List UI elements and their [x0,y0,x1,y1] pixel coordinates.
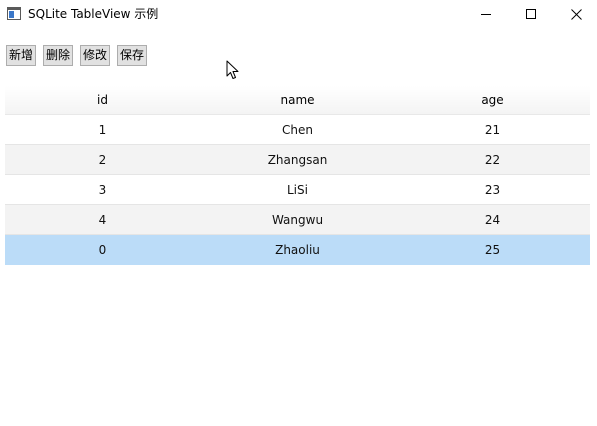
table-header: id name age [5,86,590,115]
edit-button[interactable]: 修改 [80,45,110,66]
cell-age[interactable]: 22 [395,145,590,174]
close-button[interactable] [553,0,597,28]
cell-id[interactable]: 3 [5,175,200,204]
column-header-name[interactable]: name [200,86,395,114]
table-row[interactable]: 3 LiSi 23 [5,175,590,205]
cell-age[interactable]: 24 [395,205,590,234]
cell-age[interactable]: 23 [395,175,590,204]
cell-id[interactable]: 4 [5,205,200,234]
cell-age[interactable]: 25 [395,235,590,264]
table-row[interactable]: 1 Chen 21 [5,115,590,145]
save-button[interactable]: 保存 [117,45,147,66]
maximize-button[interactable] [508,0,554,28]
column-header-age[interactable]: age [395,86,590,114]
maximize-icon [526,9,536,19]
column-header-id[interactable]: id [5,86,200,114]
cell-id[interactable]: 2 [5,145,200,174]
mouse-cursor-icon [226,60,239,79]
cell-age[interactable]: 21 [395,115,590,144]
cell-id[interactable]: 1 [5,115,200,144]
delete-button[interactable]: 删除 [43,45,73,66]
minimize-button[interactable] [463,0,509,28]
cell-name[interactable]: Zhangsan [200,145,395,174]
window-title: SQLite TableView 示例 [28,7,159,21]
table-row[interactable]: 2 Zhangsan 22 [5,145,590,175]
data-table[interactable]: id name age 1 Chen 21 2 Zhangsan 22 3 Li… [5,86,590,265]
table-row[interactable]: 4 Wangwu 24 [5,205,590,235]
cell-name[interactable]: Chen [200,115,395,144]
table-row-selected[interactable]: 0 Zhaoliu 25 [5,235,590,265]
cell-name[interactable]: Wangwu [200,205,395,234]
title-bar[interactable]: SQLite TableView 示例 [0,0,597,28]
cell-name[interactable]: Zhaoliu [200,235,395,264]
close-icon [570,8,582,20]
window-app-icon [7,7,21,20]
cell-name[interactable]: LiSi [200,175,395,204]
minimize-icon [481,14,491,15]
cell-id[interactable]: 0 [5,235,200,264]
add-button[interactable]: 新增 [6,45,36,66]
